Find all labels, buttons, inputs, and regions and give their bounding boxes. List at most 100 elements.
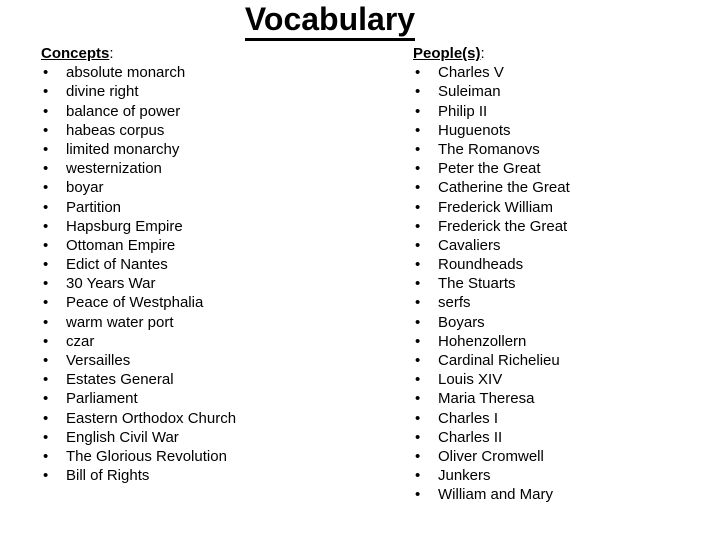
list-item: • balance of power xyxy=(40,102,390,121)
list-item-label: Roundheads xyxy=(438,256,524,274)
bullet-icon: • xyxy=(43,83,49,101)
list-item-label: Hapsburg Empire xyxy=(66,217,183,235)
bullet-icon: • xyxy=(415,428,421,446)
list-item: • Suleiman xyxy=(412,82,712,101)
list-item: • William and Mary xyxy=(412,485,712,504)
list-item-label: limited monarchy xyxy=(66,140,180,158)
bullet-icon: • xyxy=(43,428,49,446)
list-item-label: Edict of Nantes xyxy=(66,256,168,274)
list-item-label: Cavaliers xyxy=(438,236,501,254)
list-item: • Hohenzollern xyxy=(412,332,712,351)
list-item-label: Charles II xyxy=(438,428,503,446)
bullet-icon: • xyxy=(43,371,49,389)
list-item-label: Oliver Cromwell xyxy=(438,447,544,465)
list-item: • Philip II xyxy=(412,102,712,121)
bullet-icon: • xyxy=(43,198,49,216)
list-item: • Frederick William xyxy=(412,198,712,217)
list-item: • 30 Years War xyxy=(40,274,390,293)
list-item: • Oliver Cromwell xyxy=(412,447,712,466)
list-item-label: Boyars xyxy=(438,313,485,331)
list-item-label: Charles V xyxy=(438,64,504,82)
list-item: • Catherine the Great xyxy=(412,178,712,197)
list-item: • Peter the Great xyxy=(412,159,712,178)
list-item: • Edict of Nantes xyxy=(40,255,390,274)
list-item-label: Cardinal Richelieu xyxy=(438,352,560,370)
bullet-icon: • xyxy=(415,486,421,504)
list-item-label: Louis XIV xyxy=(438,371,503,389)
list-item-label: absolute monarch xyxy=(66,64,186,82)
list-item-label: Parliament xyxy=(66,390,138,408)
bullet-icon: • xyxy=(43,121,49,139)
bullet-icon: • xyxy=(43,160,49,178)
bullet-icon: • xyxy=(415,447,421,465)
list-item-label: balance of power xyxy=(66,102,181,120)
list-item-label: Huguenots xyxy=(438,121,511,139)
list-item: • The Glorious Revolution xyxy=(40,447,390,466)
bullet-icon: • xyxy=(43,236,49,254)
bullet-icon: • xyxy=(415,352,421,370)
list-item-label: westernization xyxy=(66,160,162,178)
list-item-label: warm water port xyxy=(66,313,174,331)
bullet-icon: • xyxy=(43,313,49,331)
list-item-label: boyar xyxy=(66,179,104,197)
list-item: • boyar xyxy=(40,178,390,197)
list-item: • czar xyxy=(40,332,390,351)
bullet-icon: • xyxy=(43,256,49,274)
list-item-label: Partition xyxy=(66,198,122,216)
list-item-label: 30 Years War xyxy=(66,275,156,293)
list-item-label: Estates General xyxy=(66,371,174,389)
list-item: • Roundheads xyxy=(412,255,712,274)
bullet-icon: • xyxy=(415,409,421,427)
list-item-label: Catherine the Great xyxy=(438,179,570,197)
bullet-icon: • xyxy=(43,467,49,485)
bullet-icon: • xyxy=(43,447,49,465)
list-item: • absolute monarch xyxy=(40,63,390,82)
list-item-label: Eastern Orthodox Church xyxy=(66,409,237,427)
bullet-icon: • xyxy=(43,352,49,370)
bullet-icon: • xyxy=(415,160,421,178)
concepts-list: • absolute monarch • divine right • balance o… xyxy=(40,63,390,485)
bullet-icon: • xyxy=(43,294,49,312)
peoples-heading-word: People(s) xyxy=(413,45,481,62)
bullet-icon: • xyxy=(43,140,49,158)
peoples-column: People(s): • Charles V • Suleiman • Philip II… xyxy=(412,44,712,505)
page-title: Vocabulary xyxy=(0,1,660,41)
list-item: • Versailles xyxy=(40,351,390,370)
bullet-icon: • xyxy=(415,217,421,235)
bullet-icon: • xyxy=(43,64,49,82)
bullet-icon: • xyxy=(415,198,421,216)
list-item: • Frederick the Great xyxy=(412,217,712,236)
bullet-icon: • xyxy=(415,294,421,312)
list-item-label: The Romanovs xyxy=(438,140,540,158)
list-item: • Boyars xyxy=(412,313,712,332)
list-item: • Cavaliers xyxy=(412,236,712,255)
bullet-icon: • xyxy=(415,236,421,254)
list-item-label: Versailles xyxy=(66,352,131,370)
list-item-label: English Civil War xyxy=(66,428,179,446)
list-item: • warm water port xyxy=(40,313,390,332)
list-item: • Junkers xyxy=(412,466,712,485)
list-item: • serfs xyxy=(412,293,712,312)
bullet-icon: • xyxy=(415,256,421,274)
list-item-label: Peace of Westphalia xyxy=(66,294,204,312)
bullet-icon: • xyxy=(415,64,421,82)
list-item: • Eastern Orthodox Church xyxy=(40,409,390,428)
list-item: • Ottoman Empire xyxy=(40,236,390,255)
list-item: • habeas corpus xyxy=(40,121,390,140)
list-item: • English Civil War xyxy=(40,428,390,447)
bullet-icon: • xyxy=(415,390,421,408)
list-item-label: divine right xyxy=(66,83,139,101)
bullet-icon: • xyxy=(415,121,421,139)
list-item: • limited monarchy xyxy=(40,140,390,159)
list-item-label: Charles I xyxy=(438,409,499,427)
bullet-icon: • xyxy=(415,179,421,197)
bullet-icon: • xyxy=(415,102,421,120)
concepts-column: Concepts: • absolute monarch • divine right… xyxy=(40,44,390,485)
list-item: • divine right xyxy=(40,82,390,101)
list-item: • Estates General xyxy=(40,370,390,389)
list-item-label: habeas corpus xyxy=(66,121,165,139)
list-item: • The Stuarts xyxy=(412,274,712,293)
list-item: • Bill of Rights xyxy=(40,466,390,485)
bullet-icon: • xyxy=(415,467,421,485)
list-item: • Charles I xyxy=(412,409,712,428)
